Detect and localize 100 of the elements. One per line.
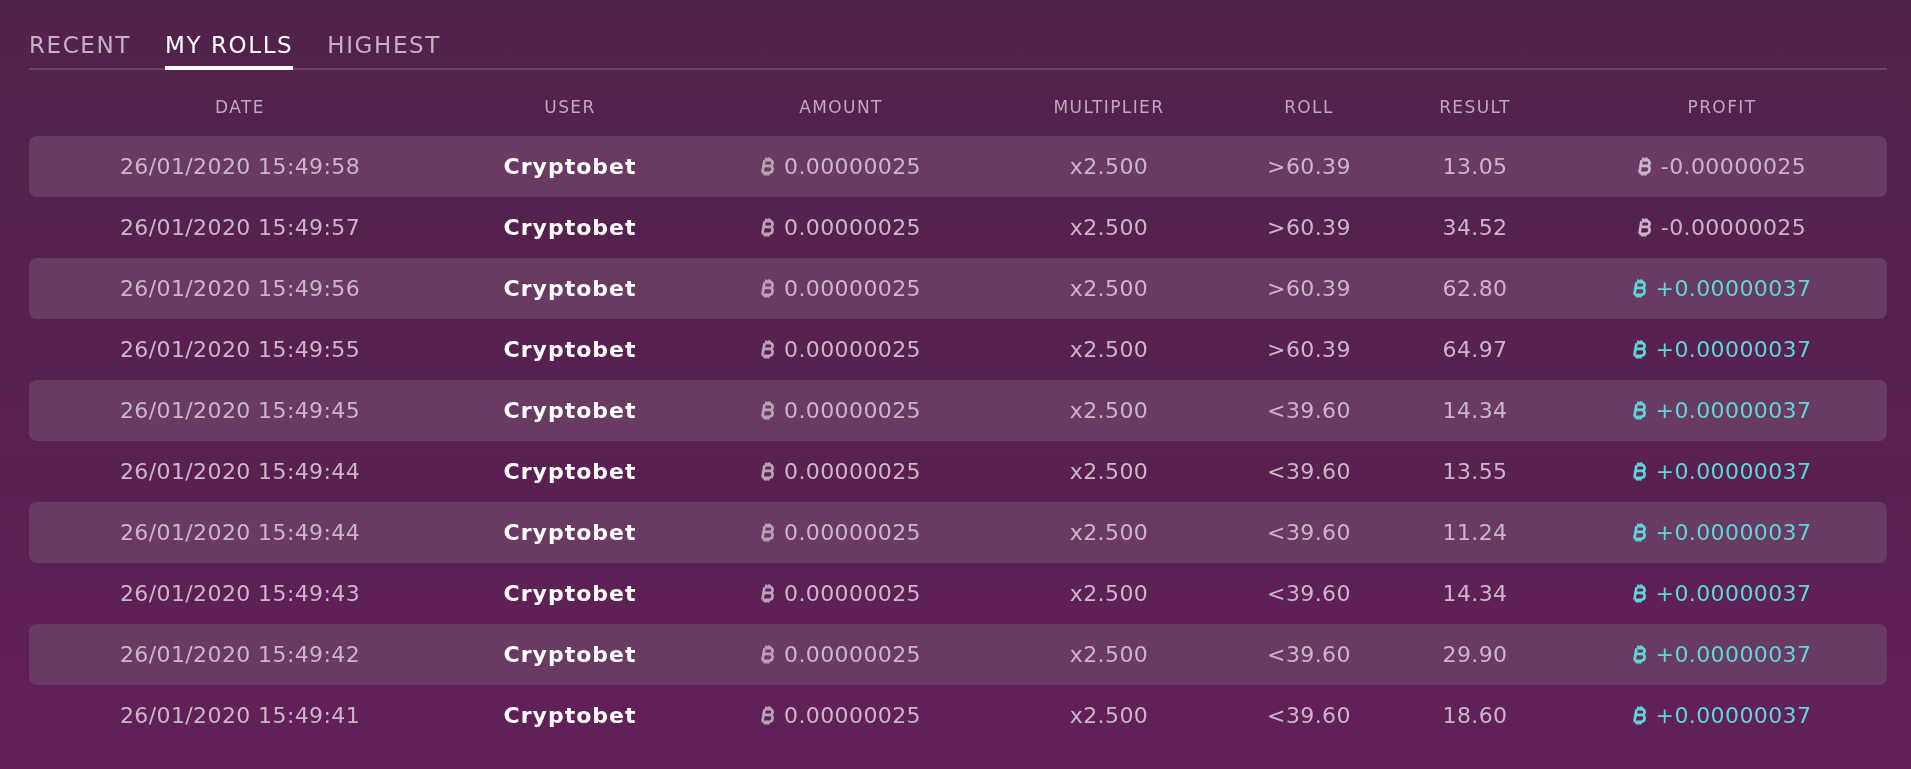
amount-cell: 0.00000025 [784, 215, 921, 240]
profit-cell: +0.00000037 [1655, 337, 1812, 362]
roll-cell-text: <39.60 [1266, 703, 1352, 728]
profit-cell: +0.00000037 [1655, 581, 1812, 606]
tab[interactable]: HIGHEST [327, 24, 441, 70]
bitcoin-icon [1637, 156, 1653, 177]
roll-cell-text: <39.60 [1266, 520, 1352, 545]
multiplier-cell-text: x2.500 [1068, 703, 1150, 728]
multiplier-cell-text: x2.500 [1068, 581, 1150, 606]
profit-cell: +0.00000037 [1655, 459, 1812, 484]
bitcoin-icon [761, 278, 776, 299]
column-header: ROLL [1283, 97, 1335, 117]
multiplier-cell-text: x2.500 [1068, 154, 1150, 179]
roll-cell-text: >60.39 [1266, 154, 1352, 179]
user-cell-text: Cryptobet [502, 154, 638, 179]
bitcoin-icon [761, 339, 776, 360]
result-cell-text: 13.05 [1441, 154, 1509, 179]
multiplier-cell-text: x2.500 [1068, 642, 1150, 667]
profit-cell: +0.00000037 [1655, 276, 1812, 301]
bitcoin-icon [1632, 339, 1648, 360]
amount-cell: 0.00000025 [784, 703, 921, 728]
multiplier-cell-text: x2.500 [1068, 398, 1150, 423]
user-cell-text: Cryptobet [502, 459, 638, 484]
bitcoin-icon [1632, 705, 1648, 726]
multiplier-cell-text: x2.500 [1068, 276, 1150, 301]
bitcoin-icon [1632, 461, 1648, 482]
amount-cell: 0.00000025 [784, 398, 921, 423]
bitcoin-icon [761, 522, 776, 543]
date-cell-text: 26/01/2020 15:49:58 [118, 154, 362, 179]
amount-cell: 0.00000025 [784, 154, 921, 179]
column-header: PROFIT [1686, 97, 1758, 117]
result-cell-text: 14.34 [1441, 581, 1509, 606]
bitcoin-icon [761, 583, 776, 604]
bitcoin-icon [761, 400, 776, 421]
date-cell-text: 26/01/2020 15:49:57 [118, 215, 362, 240]
result-cell-text: 29.90 [1441, 642, 1509, 667]
roll-cell-text: >60.39 [1266, 215, 1352, 240]
profit-cell: +0.00000037 [1655, 398, 1812, 423]
result-cell-text: 18.60 [1441, 703, 1509, 728]
amount-cell: 0.00000025 [784, 337, 921, 362]
date-cell-text: 26/01/2020 15:49:45 [118, 398, 362, 423]
profit-cell: -0.00000025 [1660, 154, 1807, 179]
user-cell-text: Cryptobet [502, 337, 638, 362]
user-cell-text: Cryptobet [502, 276, 638, 301]
result-cell-text: 34.52 [1441, 215, 1509, 240]
result-cell-text: 14.34 [1441, 398, 1509, 423]
user-cell-text: Cryptobet [502, 581, 638, 606]
tab[interactable]: RECENT [29, 24, 131, 70]
profit-cell: +0.00000037 [1655, 520, 1812, 545]
user-cell-text: Cryptobet [502, 520, 638, 545]
amount-cell: 0.00000025 [784, 276, 921, 301]
multiplier-cell-text: x2.500 [1068, 459, 1150, 484]
date-cell-text: 26/01/2020 15:49:44 [118, 520, 362, 545]
bitcoin-icon [761, 461, 776, 482]
bitcoin-icon [1632, 583, 1648, 604]
result-cell-text: 62.80 [1441, 276, 1509, 301]
result-cell-text: 64.97 [1441, 337, 1509, 362]
roll-cell-text: <39.60 [1266, 398, 1352, 423]
bitcoin-icon [1632, 278, 1648, 299]
column-header: MULTIPLIER [1052, 97, 1166, 117]
user-cell-text: Cryptobet [502, 703, 638, 728]
result-cell-text: 11.24 [1441, 520, 1509, 545]
amount-cell: 0.00000025 [784, 581, 921, 606]
profit-cell: +0.00000037 [1655, 642, 1812, 667]
multiplier-cell-text: x2.500 [1068, 337, 1150, 362]
date-cell-text: 26/01/2020 15:49:42 [118, 642, 362, 667]
user-cell-text: Cryptobet [502, 398, 638, 423]
date-cell-text: 26/01/2020 15:49:44 [118, 459, 362, 484]
date-cell-text: 26/01/2020 15:49:43 [118, 581, 362, 606]
bitcoin-icon [761, 217, 776, 238]
profit-cell: +0.00000037 [1655, 703, 1812, 728]
column-header: AMOUNT [798, 97, 884, 117]
amount-cell: 0.00000025 [784, 642, 921, 667]
bitcoin-icon [1632, 400, 1648, 421]
user-cell-text: Cryptobet [502, 215, 638, 240]
bitcoin-icon [761, 644, 776, 665]
tab[interactable]: MY ROLLS [164, 24, 294, 70]
amount-cell: 0.00000025 [784, 459, 921, 484]
date-cell-text: 26/01/2020 15:49:56 [118, 276, 362, 301]
bitcoin-icon [761, 705, 776, 726]
roll-cell-text: <39.60 [1266, 459, 1352, 484]
column-header: USER [543, 97, 597, 117]
date-cell-text: 26/01/2020 15:49:41 [118, 703, 362, 728]
column-header: RESULT [1438, 97, 1512, 117]
roll-cell-text: >60.39 [1266, 337, 1352, 362]
multiplier-cell-text: x2.500 [1068, 215, 1150, 240]
amount-cell: 0.00000025 [784, 520, 921, 545]
column-header: DATE [214, 97, 266, 117]
roll-cell-text: <39.60 [1266, 642, 1352, 667]
result-cell-text: 13.55 [1441, 459, 1509, 484]
user-cell-text: Cryptobet [502, 642, 638, 667]
roll-cell-text: >60.39 [1266, 276, 1352, 301]
date-cell-text: 26/01/2020 15:49:55 [118, 337, 362, 362]
profit-cell: -0.00000025 [1660, 215, 1807, 240]
bitcoin-icon [761, 156, 776, 177]
roll-cell-text: <39.60 [1266, 581, 1352, 606]
multiplier-cell-text: x2.500 [1068, 520, 1150, 545]
bitcoin-icon [1637, 217, 1653, 238]
bitcoin-icon [1632, 644, 1648, 665]
bitcoin-icon [1632, 522, 1648, 543]
